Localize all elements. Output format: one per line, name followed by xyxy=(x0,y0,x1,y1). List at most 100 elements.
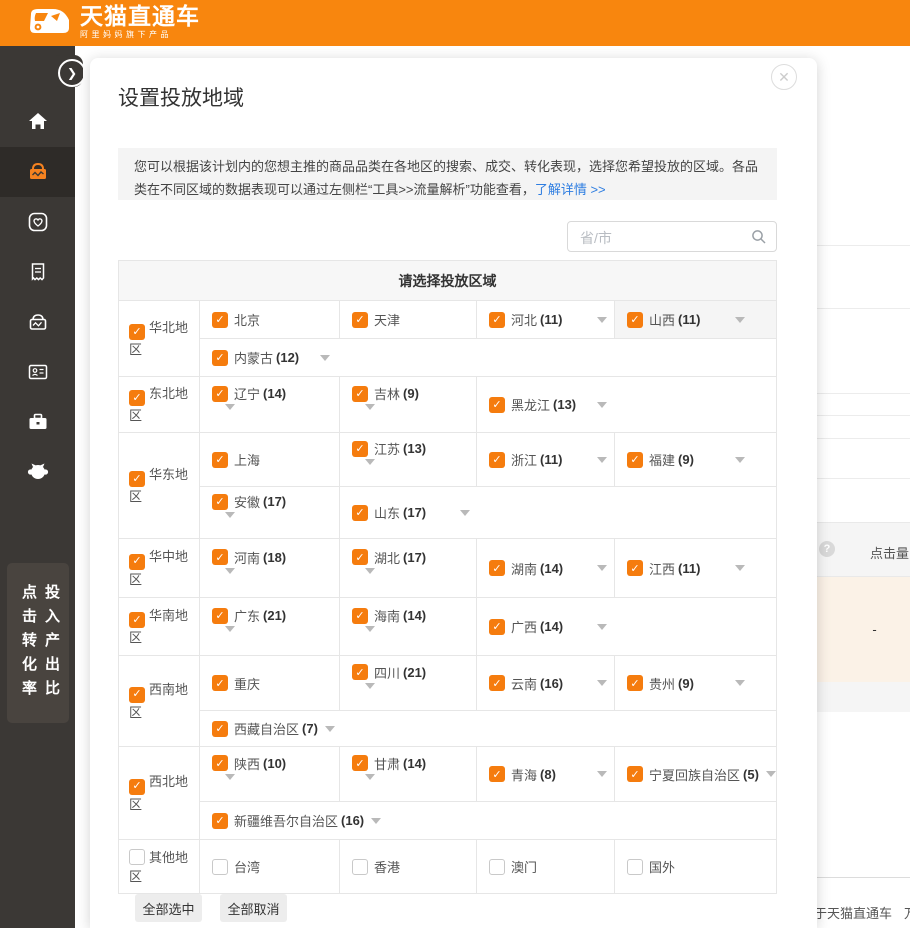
chevron-down-icon[interactable] xyxy=(597,771,607,777)
chevron-down-icon[interactable] xyxy=(365,683,375,704)
checkbox[interactable]: ✓ xyxy=(212,386,228,402)
chevron-down-icon[interactable] xyxy=(735,457,745,463)
checkbox[interactable]: ✓ xyxy=(489,675,505,691)
province-cell[interactable]: 澳门 xyxy=(477,840,615,893)
province-cell[interactable]: ✓甘肃(14) xyxy=(340,747,477,801)
province-cell[interactable]: 国外 xyxy=(615,840,776,893)
chevron-down-icon[interactable] xyxy=(225,774,235,795)
province-cell[interactable]: ✓天津 xyxy=(340,301,477,338)
province-cell[interactable]: ✓安徽(17) xyxy=(200,487,340,538)
checkbox[interactable]: ✓ xyxy=(489,452,505,468)
sidebar-item-home[interactable] xyxy=(0,96,75,146)
checkbox[interactable]: ✓ xyxy=(352,312,368,328)
chevron-down-icon[interactable] xyxy=(597,317,607,323)
checkbox[interactable] xyxy=(627,859,643,875)
checkbox[interactable]: ✓ xyxy=(129,471,145,487)
checkbox[interactable]: ✓ xyxy=(489,766,505,782)
province-cell[interactable]: ✓山东(17) xyxy=(340,487,776,538)
province-cell[interactable]: ✓山西(11) xyxy=(615,301,776,338)
checkbox[interactable]: ✓ xyxy=(129,324,145,340)
checkbox[interactable]: ✓ xyxy=(129,687,145,703)
chevron-down-icon[interactable] xyxy=(225,512,235,533)
province-cell[interactable]: ✓江苏(13) xyxy=(340,433,477,486)
sidebar-item-bills[interactable] xyxy=(0,247,75,297)
checkbox[interactable] xyxy=(352,859,368,875)
checkbox[interactable] xyxy=(489,859,505,875)
checkbox[interactable]: ✓ xyxy=(129,779,145,795)
checkbox[interactable]: ✓ xyxy=(352,549,368,565)
chevron-down-icon[interactable] xyxy=(365,404,375,425)
region-label-cell[interactable]: ✓西北地区 xyxy=(119,747,200,839)
province-cell[interactable]: ✓西藏自治区(7) xyxy=(200,711,776,746)
province-cell[interactable]: 香港 xyxy=(340,840,477,893)
checkbox[interactable]: ✓ xyxy=(212,755,228,771)
chevron-down-icon[interactable] xyxy=(735,565,745,571)
chevron-down-icon[interactable] xyxy=(735,317,745,323)
chevron-down-icon[interactable] xyxy=(597,457,607,463)
checkbox[interactable] xyxy=(129,849,145,865)
region-label-cell[interactable]: ✓东北地区 xyxy=(119,377,200,432)
checkbox[interactable]: ✓ xyxy=(627,452,643,468)
province-cell[interactable]: ✓重庆 xyxy=(200,656,340,710)
province-cell[interactable]: ✓海南(14) xyxy=(340,598,477,655)
province-cell[interactable]: ✓北京 xyxy=(200,301,340,338)
checkbox[interactable]: ✓ xyxy=(627,312,643,328)
chevron-down-icon[interactable] xyxy=(325,726,335,732)
checkbox[interactable]: ✓ xyxy=(129,554,145,570)
province-cell[interactable]: ✓广东(21) xyxy=(200,598,340,655)
sidebar-item-favorites[interactable] xyxy=(0,197,75,247)
province-cell[interactable]: ✓新疆维吾尔自治区(16) xyxy=(200,802,776,839)
checkbox[interactable]: ✓ xyxy=(212,350,228,366)
province-cell[interactable]: ✓内蒙古(12) xyxy=(200,339,776,376)
chevron-down-icon[interactable] xyxy=(225,404,235,425)
province-cell[interactable]: ✓辽宁(14) xyxy=(200,377,340,432)
chevron-down-icon[interactable] xyxy=(766,771,776,777)
select-all-button[interactable]: 全部选中 xyxy=(135,894,202,922)
province-cell[interactable]: ✓陕西(10) xyxy=(200,747,340,801)
region-label-cell[interactable]: 其他地区 xyxy=(119,840,200,893)
checkbox[interactable]: ✓ xyxy=(212,608,228,624)
cancel-all-button[interactable]: 全部取消 xyxy=(220,894,287,922)
checkbox[interactable]: ✓ xyxy=(489,619,505,635)
checkbox[interactable]: ✓ xyxy=(212,312,228,328)
province-cell[interactable]: ✓云南(16) xyxy=(477,656,615,710)
chevron-down-icon[interactable] xyxy=(460,510,470,516)
checkbox[interactable]: ✓ xyxy=(489,560,505,576)
search-icon[interactable] xyxy=(751,229,767,245)
sidebar-item-id-card[interactable] xyxy=(0,347,75,397)
chevron-down-icon[interactable] xyxy=(365,568,375,589)
chevron-down-icon[interactable] xyxy=(365,459,375,480)
province-cell[interactable]: ✓宁夏回族自治区(5) xyxy=(615,747,776,801)
info-detail-link[interactable]: 了解详情 >> xyxy=(535,182,606,197)
checkbox[interactable]: ✓ xyxy=(489,312,505,328)
chevron-down-icon[interactable] xyxy=(225,626,235,647)
sidebar-item-tmall-cat[interactable] xyxy=(0,447,75,497)
chevron-down-icon[interactable] xyxy=(735,680,745,686)
checkbox[interactable]: ✓ xyxy=(627,675,643,691)
checkbox[interactable] xyxy=(212,859,228,875)
checkbox[interactable]: ✓ xyxy=(129,390,145,406)
search-input[interactable] xyxy=(578,223,752,252)
province-cell[interactable]: ✓黑龙江(13) xyxy=(477,377,776,432)
checkbox[interactable]: ✓ xyxy=(352,664,368,680)
region-label-cell[interactable]: ✓华北地区 xyxy=(119,301,200,376)
chevron-down-icon[interactable] xyxy=(371,818,381,824)
province-cell[interactable]: ✓湖南(14) xyxy=(477,539,615,597)
close-icon[interactable]: ✕ xyxy=(771,64,797,90)
logo[interactable]: 天猫直通车 阿里妈妈旗下产品 xyxy=(26,4,200,40)
checkbox[interactable]: ✓ xyxy=(489,397,505,413)
province-cell[interactable]: ✓贵州(9) xyxy=(615,656,776,710)
region-label-cell[interactable]: ✓华南地区 xyxy=(119,598,200,655)
chevron-down-icon[interactable] xyxy=(225,568,235,589)
chevron-down-icon[interactable] xyxy=(365,626,375,647)
help-icon[interactable]: ? xyxy=(819,541,835,557)
province-cell[interactable]: 台湾 xyxy=(200,840,340,893)
checkbox[interactable]: ✓ xyxy=(352,505,368,521)
checkbox[interactable]: ✓ xyxy=(627,560,643,576)
sidebar-item-briefcase[interactable] xyxy=(0,397,75,447)
province-cell[interactable]: ✓江西(11) xyxy=(615,539,776,597)
region-label-cell[interactable]: ✓西南地区 xyxy=(119,656,200,746)
province-cell[interactable]: ✓四川(21) xyxy=(340,656,477,710)
chevron-down-icon[interactable] xyxy=(320,355,330,361)
checkbox[interactable]: ✓ xyxy=(212,549,228,565)
